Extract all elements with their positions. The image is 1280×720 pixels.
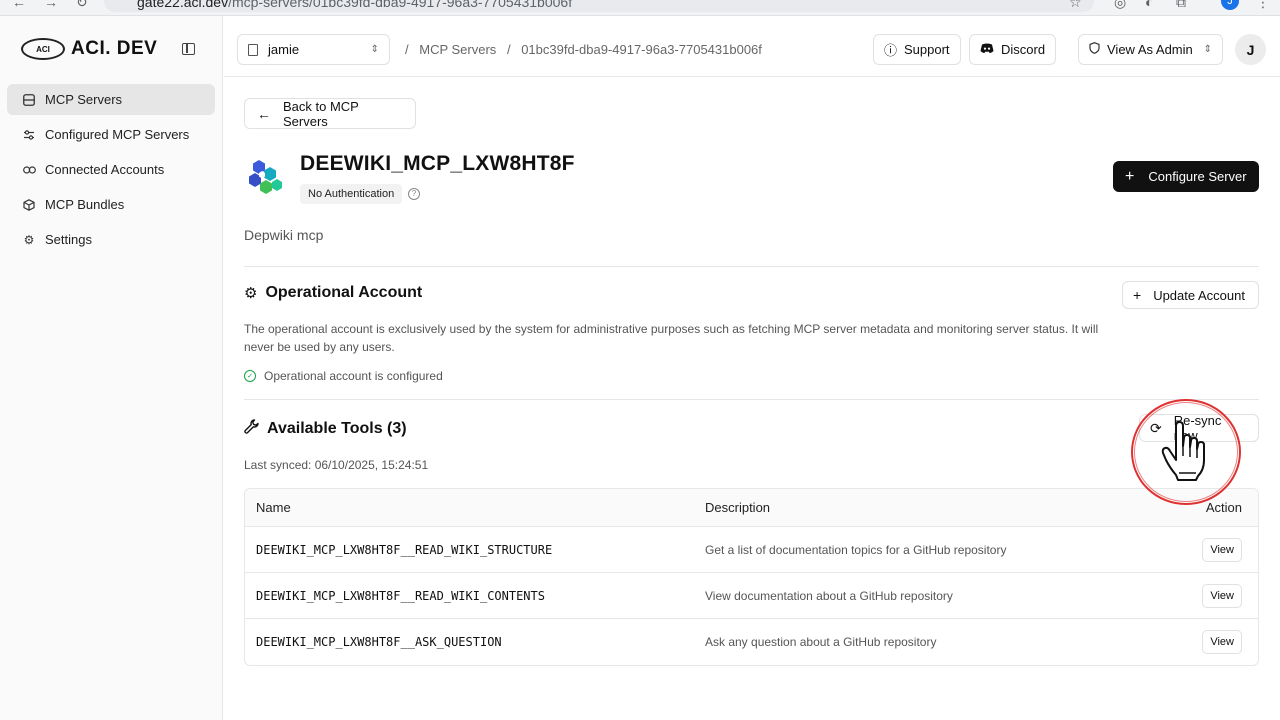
operational-account-description: The operational account is exclusively u… bbox=[244, 322, 1099, 354]
view-as-admin-select[interactable]: View As Admin ⇕ bbox=[1078, 34, 1223, 65]
operational-status: ✓ Operational account is configured bbox=[244, 369, 443, 383]
table-row: DEEWIKI_MCP_LXW8HT8F__READ_WIKI_CONTENTS… bbox=[245, 573, 1258, 619]
shield-icon bbox=[1089, 42, 1100, 57]
table-row: DEEWIKI_MCP_LXW8HT8F__ASK_QUESTION Ask a… bbox=[245, 619, 1258, 665]
configure-label: Configure Server bbox=[1148, 169, 1247, 184]
section-title: Operational Account bbox=[265, 284, 423, 301]
breadcrumb-server-id: 01bc39fd-dba9-4917-96a3-7705431b006f bbox=[521, 42, 762, 57]
tool-description: Ask any question about a GitHub reposito… bbox=[705, 635, 937, 649]
discord-icon bbox=[980, 42, 994, 57]
logo-text: ACI. DEV bbox=[71, 38, 158, 59]
package-icon bbox=[22, 198, 36, 212]
sliders-icon bbox=[22, 128, 36, 142]
browser-profile-avatar[interactable]: J bbox=[1221, 0, 1239, 10]
discord-button[interactable]: Discord bbox=[969, 34, 1057, 65]
logo-badge: ACI bbox=[21, 38, 65, 60]
browser-forward-icon[interactable]: → bbox=[44, 0, 58, 10]
server-logo-icon bbox=[249, 160, 282, 194]
sidebar-item-label: MCP Servers bbox=[45, 92, 123, 107]
user-avatar[interactable]: J bbox=[1235, 34, 1266, 65]
link-icon bbox=[22, 163, 36, 177]
table-row: DEEWIKI_MCP_LXW8HT8F__READ_WIKI_STRUCTUR… bbox=[245, 527, 1258, 573]
breadcrumb: / MCP Servers / 01bc39fd-dba9-4917-96a3-… bbox=[398, 42, 762, 57]
plus-icon: + bbox=[1125, 167, 1135, 185]
back-to-mcp-servers-button[interactable]: ← Back to MCP Servers bbox=[244, 98, 416, 129]
breadcrumb-mcp-servers[interactable]: MCP Servers bbox=[419, 42, 496, 57]
app-logo[interactable]: ACI ACI. DEV bbox=[21, 38, 157, 60]
check-circle-icon: ✓ bbox=[244, 370, 256, 382]
tool-name: DEEWIKI_MCP_LXW8HT8F__READ_WIKI_STRUCTUR… bbox=[256, 542, 553, 557]
section-title: Available Tools (3) bbox=[267, 419, 407, 437]
sidebar-item-settings[interactable]: ⚙ Settings bbox=[7, 224, 215, 255]
auth-badge: No Authentication bbox=[300, 184, 403, 204]
server-description: Depwiki mcp bbox=[244, 227, 324, 243]
sidebar-toggle-icon[interactable] bbox=[182, 43, 195, 55]
support-label: Support bbox=[904, 42, 950, 57]
tools-table: Name Description Action DEEWIKI_MCP_LXW8… bbox=[244, 488, 1259, 666]
view-tool-button[interactable]: View bbox=[1202, 537, 1242, 562]
wrench-icon bbox=[244, 419, 259, 438]
top-header: jamie ⇕ / MCP Servers / 01bc39fd-dba9-49… bbox=[224, 16, 1280, 77]
org-select-value: jamie bbox=[268, 42, 300, 57]
sidebar-item-configured-mcp-servers[interactable]: Configured MCP Servers bbox=[7, 119, 215, 150]
arrow-left-icon: ← bbox=[257, 105, 271, 122]
extension-icon[interactable]: ◐ bbox=[1145, 0, 1153, 10]
breadcrumb-separator: / bbox=[506, 42, 511, 57]
discord-label: Discord bbox=[1001, 42, 1046, 57]
view-tool-button[interactable]: View bbox=[1202, 630, 1242, 654]
sidebar-item-mcp-bundles[interactable]: MCP Bundles bbox=[7, 189, 215, 220]
divider bbox=[244, 266, 1259, 267]
extension-icon[interactable]: ◎ bbox=[1114, 0, 1126, 11]
gear-icon: ⚙ bbox=[244, 285, 258, 302]
server-icon bbox=[22, 93, 36, 107]
sidebar-nav: MCP Servers Configured MCP Servers Conne… bbox=[7, 84, 215, 259]
sidebar-item-label: MCP Bundles bbox=[45, 197, 125, 212]
chevron-updown-icon: ⇕ bbox=[1203, 44, 1212, 55]
tool-name: DEEWIKI_MCP_LXW8HT8F__ASK_QUESTION bbox=[256, 635, 502, 649]
server-title: DEEWIKI_MCP_LXW8HT8F bbox=[300, 152, 575, 175]
sidebar-item-label: Configured MCP Servers bbox=[45, 127, 190, 142]
last-synced-text: Last synced: 06/10/2025, 15:24:51 bbox=[244, 458, 429, 472]
column-header-name: Name bbox=[256, 500, 291, 515]
divider bbox=[244, 399, 1259, 400]
status-text: Operational account is configured bbox=[264, 369, 443, 383]
view-as-label: View As Admin bbox=[1107, 42, 1193, 57]
main-content: ← Back to MCP Servers DEEWIKI_MCP_LXW8HT… bbox=[224, 77, 1280, 720]
browser-back-icon[interactable]: ← bbox=[12, 0, 26, 10]
org-select[interactable]: jamie ⇕ bbox=[237, 34, 390, 65]
chevron-updown-icon: ⇕ bbox=[370, 44, 379, 55]
gear-icon: ⚙ bbox=[23, 232, 35, 247]
column-header-description: Description bbox=[705, 500, 771, 515]
sidebar-item-label: Connected Accounts bbox=[45, 162, 165, 177]
operational-account-heading: ⚙ Operational Account bbox=[244, 284, 422, 302]
support-button[interactable]: ⓘ Support bbox=[873, 34, 961, 65]
address-url[interactable]: gate22.aci.dev/mcp-servers/01bc39fd-dba9… bbox=[137, 0, 572, 10]
browser-menu-icon[interactable]: ⋮ bbox=[1256, 0, 1270, 11]
tool-description: View documentation about a GitHub reposi… bbox=[705, 588, 953, 603]
configure-server-button[interactable]: + Configure Server bbox=[1113, 161, 1259, 192]
help-circle-icon: ⓘ bbox=[884, 43, 898, 58]
update-account-label: Update Account bbox=[1153, 287, 1245, 303]
available-tools-heading: Available Tools (3) bbox=[244, 419, 407, 438]
sidebar: ACI ACI. DEV MCP Servers Configured MCP … bbox=[0, 16, 223, 720]
pointer-hand-icon bbox=[1161, 421, 1205, 481]
breadcrumb-separator: / bbox=[405, 42, 409, 57]
table-header-row: Name Description Action bbox=[245, 489, 1258, 527]
view-tool-button[interactable]: View bbox=[1202, 583, 1242, 608]
tool-description: Get a list of documentation topics for a… bbox=[705, 542, 1007, 557]
help-circle-icon[interactable]: ? bbox=[408, 188, 420, 200]
update-account-button[interactable]: + Update Account bbox=[1122, 281, 1259, 309]
browser-reload-icon[interactable]: ↻ bbox=[76, 0, 88, 11]
browser-toolbar: ← → ↻ gate22.aci.dev/mcp-servers/01bc39f… bbox=[0, 0, 1280, 16]
bookmark-star-icon[interactable]: ☆ bbox=[1069, 0, 1082, 11]
sidebar-item-label: Settings bbox=[45, 232, 92, 247]
plus-icon: + bbox=[1133, 287, 1142, 303]
puzzle-icon[interactable]: ⧉ bbox=[1176, 0, 1186, 11]
tool-name: DEEWIKI_MCP_LXW8HT8F__READ_WIKI_CONTENTS bbox=[256, 588, 545, 603]
back-label: Back to MCP Servers bbox=[283, 98, 359, 129]
sidebar-item-mcp-servers[interactable]: MCP Servers bbox=[7, 84, 215, 115]
building-icon bbox=[248, 43, 258, 56]
sidebar-item-connected-accounts[interactable]: Connected Accounts bbox=[7, 154, 215, 185]
